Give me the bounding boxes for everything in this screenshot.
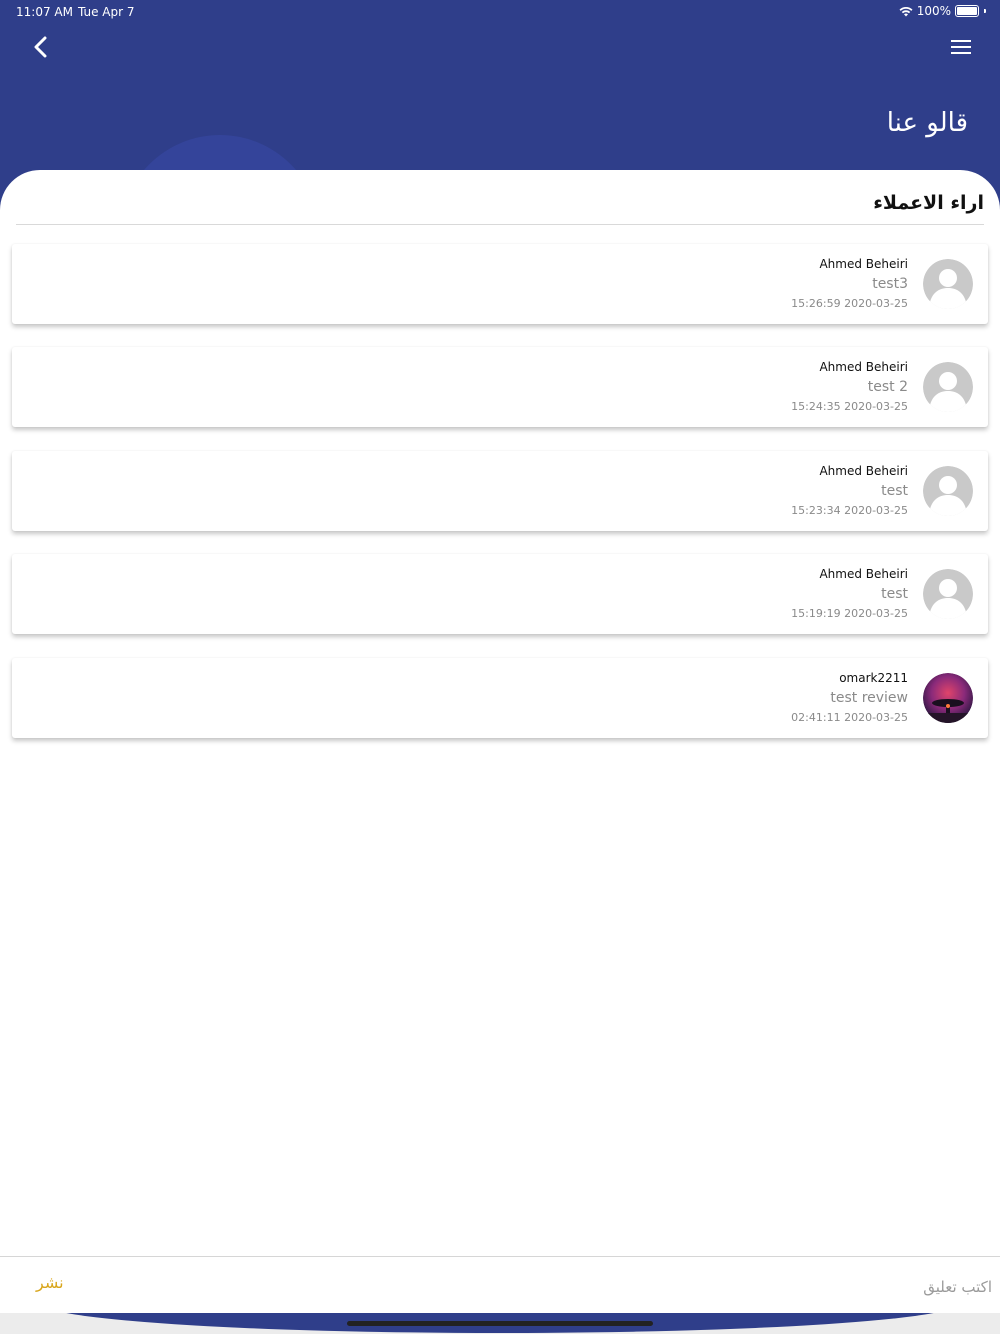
review-author: Ahmed Beheiri — [819, 360, 908, 374]
status-date: Tue Apr 7 — [78, 5, 135, 19]
status-bar: 11:07 AM Tue Apr 7 100% — [0, 0, 1000, 24]
review-card: Ahmed Beheiri test 2 15:24:35 2020-03-25 — [12, 347, 988, 427]
review-text: test 2 — [867, 379, 908, 395]
review-author: omark2211 — [839, 671, 908, 685]
review-author: Ahmed Beheiri — [819, 464, 908, 478]
review-datetime: 15:19:19 2020-03-25 — [791, 607, 908, 620]
menu-button[interactable] — [946, 32, 976, 62]
review-text: test3 — [872, 276, 908, 292]
publish-button[interactable]: نشر — [36, 1273, 64, 1292]
review-text: test — [881, 586, 908, 602]
reviews-panel: اراء الاعملاء Ahmed Beheiri test3 15:26:… — [0, 170, 1000, 1260]
status-indicators: 100% — [899, 4, 986, 18]
default-user-avatar-icon — [923, 259, 973, 309]
default-user-avatar-icon — [923, 362, 973, 412]
home-indicator[interactable] — [347, 1321, 653, 1326]
review-datetime: 02:41:11 2020-03-25 — [791, 711, 908, 724]
comment-composer: نشر — [0, 1256, 1000, 1315]
back-button[interactable] — [26, 32, 56, 62]
review-datetime: 15:24:35 2020-03-25 — [791, 400, 908, 413]
review-datetime: 15:26:59 2020-03-25 — [791, 297, 908, 310]
default-user-avatar-icon — [923, 466, 973, 516]
section-divider — [16, 224, 984, 225]
review-text: test — [881, 483, 908, 499]
review-card: Ahmed Beheiri test3 15:26:59 2020-03-25 — [12, 244, 988, 324]
review-author: Ahmed Beheiri — [819, 567, 908, 581]
review-card: Ahmed Beheiri test 15:19:19 2020-03-25 — [12, 554, 988, 634]
hamburger-menu-icon — [951, 40, 971, 54]
review-author: Ahmed Beheiri — [819, 257, 908, 271]
comment-input[interactable] — [170, 1271, 994, 1303]
status-time: 11:07 AM — [16, 5, 73, 19]
page-title: قالو عنا — [886, 108, 968, 138]
review-text: test review — [830, 690, 908, 706]
section-title: اراء الاعملاء — [873, 192, 984, 214]
review-datetime: 15:23:34 2020-03-25 — [791, 504, 908, 517]
wifi-icon — [899, 6, 913, 16]
default-user-avatar-icon — [923, 569, 973, 619]
battery-percent: 100% — [916, 4, 951, 18]
review-card: omark2211 test review 02:41:11 2020-03-2… — [12, 658, 988, 738]
review-card: Ahmed Beheiri test 15:23:34 2020-03-25 — [12, 451, 988, 531]
battery-icon — [955, 5, 979, 17]
photo-avatar-icon — [923, 673, 973, 723]
chevron-left-icon — [34, 36, 47, 58]
